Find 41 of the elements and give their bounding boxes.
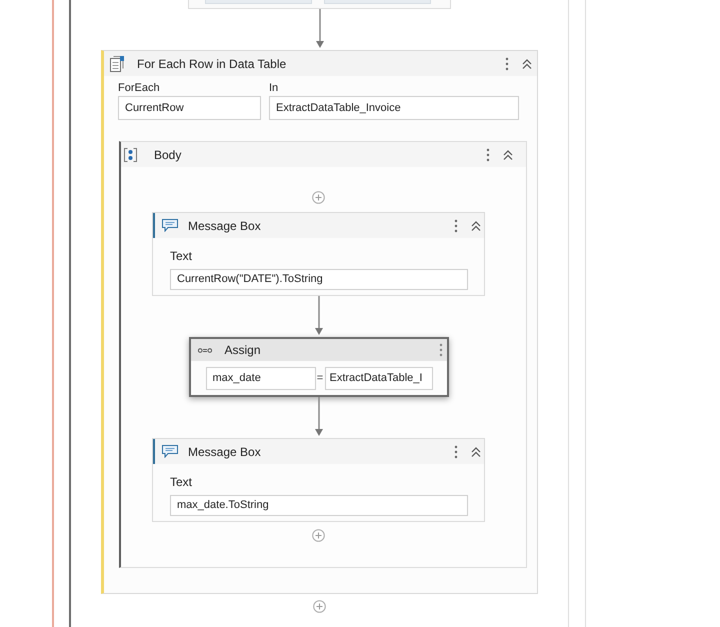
speech-bubble-icon [162, 445, 179, 458]
speech-bubble-icon [162, 219, 179, 232]
message-box-activity-card[interactable]: Message Box Text CurrentRow("DATE").ToString [152, 212, 485, 296]
field-label: Text [170, 475, 192, 489]
more-options-icon[interactable] [438, 343, 442, 357]
text-field[interactable]: max_date.ToString [170, 495, 468, 516]
table-icon [110, 56, 124, 72]
collapse-icon[interactable] [471, 220, 481, 230]
connector-arrow [314, 9, 324, 50]
text-field[interactable]: ExtractDataTable_Invoice [269, 96, 519, 120]
collapse-icon[interactable] [503, 150, 513, 160]
for-each-activity-card[interactable]: For Each Row in Data Table ForEach In CurrentRow ExtractDataTable_Invoice Body Message Box Text CurrentRow("DATE").ToString Assign max_date = ExtractDataTable_I Message Box Text max_date.ToString [101, 50, 538, 594]
plus-circle-icon[interactable] [312, 191, 325, 204]
text-field[interactable]: CurrentRow("DATE").ToString [170, 269, 468, 290]
activity-title: Message Box [188, 218, 261, 232]
activity-title: Body [154, 148, 182, 162]
more-options-icon[interactable] [486, 148, 490, 162]
connector-arrow [314, 296, 324, 337]
more-options-icon[interactable] [505, 56, 509, 70]
assign-operator: = [316, 372, 324, 385]
equals-icon [198, 346, 212, 354]
activity-title: For Each Row in Data Table [137, 56, 286, 70]
connector-arrow [314, 397, 324, 438]
field-label: Text [170, 249, 192, 263]
message-box-activity-card[interactable]: Message Box Text max_date.ToString [152, 438, 485, 522]
activity-title: Message Box [188, 444, 261, 458]
more-options-icon[interactable] [454, 444, 458, 458]
more-options-icon[interactable] [454, 218, 458, 232]
collapse-icon[interactable] [522, 58, 532, 68]
plus-circle-icon[interactable] [313, 600, 326, 613]
text-field[interactable]: max_date [206, 367, 316, 390]
field-label: In [269, 82, 280, 95]
text-field[interactable]: ExtractDataTable_I [324, 367, 432, 390]
collapse-icon[interactable] [471, 446, 481, 456]
body-sequence-card[interactable]: Body Message Box Text CurrentRow("DATE").ToString Assign max_date = ExtractDataTable_I Message Box Text max_date.ToString [119, 141, 527, 568]
field-label: ForEach [118, 82, 161, 95]
brackets-icon [124, 148, 137, 162]
assign-activity-card[interactable]: Assign max_date = ExtractDataTable_I [188, 337, 448, 397]
plus-circle-icon[interactable] [312, 529, 325, 542]
text-field[interactable]: CurrentRow [118, 96, 261, 120]
activity-title: Assign [224, 343, 261, 357]
